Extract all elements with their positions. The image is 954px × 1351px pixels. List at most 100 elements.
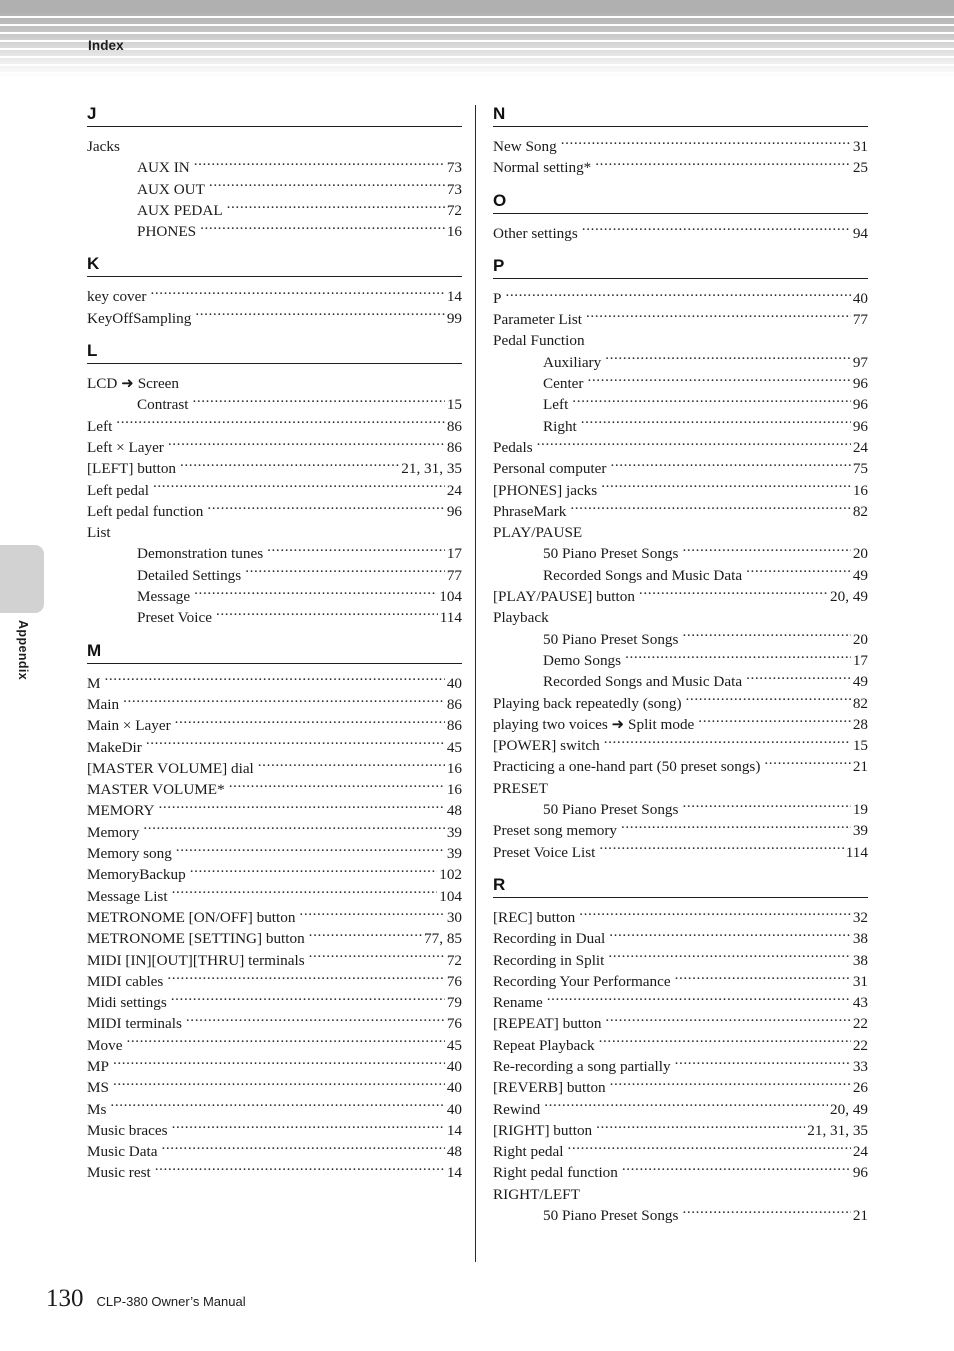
index-entry[interactable]: Preset Voice List 114: [493, 842, 868, 863]
index-entry[interactable]: [PLAY/PAUSE] button 20, 49: [493, 586, 868, 607]
index-entry[interactable]: MEMORY 48: [87, 800, 462, 821]
index-entry[interactable]: LCD ➜ Screen: [87, 373, 462, 394]
index-entry[interactable]: Demo Songs 17: [493, 650, 868, 671]
index-entry[interactable]: [REC] button 32: [493, 907, 868, 928]
index-entry[interactable]: M 40: [87, 673, 462, 694]
index-entry[interactable]: Right pedal function 96: [493, 1162, 868, 1183]
index-entry[interactable]: 50 Piano Preset Songs 20: [493, 629, 868, 650]
index-entry[interactable]: PLAY/PAUSE: [493, 522, 868, 543]
index-entry[interactable]: Other settings 94: [493, 223, 868, 244]
index-entry-label: Recording Your Performance: [493, 972, 671, 990]
index-entry[interactable]: RIGHT/LEFT: [493, 1184, 868, 1205]
index-entry[interactable]: Recording Your Performance 31: [493, 971, 868, 992]
index-entry[interactable]: MakeDir 45: [87, 737, 462, 758]
index-entry[interactable]: Repeat Playback 22: [493, 1035, 868, 1056]
index-entry[interactable]: Main × Layer 86: [87, 715, 462, 736]
index-entry[interactable]: [REPEAT] button 22: [493, 1013, 868, 1034]
index-entry[interactable]: P 40: [493, 288, 868, 309]
index-entry[interactable]: Right pedal 24: [493, 1141, 868, 1162]
index-entry[interactable]: Ms 40: [87, 1099, 462, 1120]
index-entry[interactable]: key cover 14: [87, 286, 462, 307]
index-entry[interactable]: Detailed Settings 77: [87, 565, 462, 586]
index-entry[interactable]: Demonstration tunes 17: [87, 543, 462, 564]
index-entry[interactable]: Personal computer 75: [493, 458, 868, 479]
index-entry[interactable]: KeyOffSampling 99: [87, 308, 462, 329]
index-entry[interactable]: Rename 43: [493, 992, 868, 1013]
index-entry[interactable]: Left pedal function 96: [87, 501, 462, 522]
index-entry[interactable]: Contrast 15: [87, 394, 462, 415]
index-entry[interactable]: [LEFT] button 21, 31, 35: [87, 458, 462, 479]
index-entry[interactable]: 50 Piano Preset Songs 20: [493, 543, 868, 564]
index-entry[interactable]: MemoryBackup 102: [87, 864, 462, 885]
index-entry-label: 50 Piano Preset Songs: [543, 545, 679, 563]
index-entry[interactable]: Rewind 20, 49: [493, 1099, 868, 1120]
index-entry[interactable]: AUX OUT 73: [87, 179, 462, 200]
index-entry[interactable]: New Song 31: [493, 136, 868, 157]
index-entry-label: MakeDir: [87, 738, 142, 756]
index-entry[interactable]: Recorded Songs and Music Data 49: [493, 565, 868, 586]
index-entry[interactable]: Move 45: [87, 1035, 462, 1056]
index-entry[interactable]: Music Data 48: [87, 1141, 462, 1162]
index-entry-label: Music Data: [87, 1143, 158, 1161]
index-entry[interactable]: Pedals 24: [493, 437, 868, 458]
index-entry[interactable]: 50 Piano Preset Songs 21: [493, 1205, 868, 1226]
index-entry[interactable]: Left × Layer 86: [87, 437, 462, 458]
letter-heading: J: [87, 104, 97, 123]
index-entry[interactable]: [RIGHT] button 21, 31, 35: [493, 1120, 868, 1141]
index-entry[interactable]: [PHONES] jacks 16: [493, 480, 868, 501]
page-title: Index: [88, 38, 124, 53]
index-entry[interactable]: Practicing a one-hand part (50 preset so…: [493, 756, 868, 777]
index-entry[interactable]: METRONOME [ON/OFF] button 30: [87, 907, 462, 928]
index-entry[interactable]: MIDI cables 76: [87, 971, 462, 992]
index-entry[interactable]: MIDI terminals 76: [87, 1013, 462, 1034]
index-entry-page: 86: [446, 417, 462, 435]
index-entry[interactable]: Midi settings 79: [87, 992, 462, 1013]
index-entry[interactable]: MASTER VOLUME* 16: [87, 779, 462, 800]
index-entry[interactable]: Left 86: [87, 416, 462, 437]
index-entry[interactable]: Left pedal 24: [87, 480, 462, 501]
index-entry[interactable]: Playing back repeatedly (song) 82: [493, 693, 868, 714]
index-entry[interactable]: 50 Piano Preset Songs 19: [493, 799, 868, 820]
index-entry[interactable]: [MASTER VOLUME] dial 16: [87, 758, 462, 779]
index-entry[interactable]: PRESET: [493, 778, 868, 799]
index-entry[interactable]: Preset Voice 114: [87, 607, 462, 628]
index-entry-label: playing two voices ➜ Split mode: [493, 715, 695, 733]
index-entry[interactable]: Main 86: [87, 694, 462, 715]
index-entry[interactable]: AUX IN 73: [87, 157, 462, 178]
index-entry[interactable]: METRONOME [SETTING] button 77, 85: [87, 928, 462, 949]
index-letter-section: LLCD ➜ ScreenContrast15Left86Left × Laye…: [87, 341, 462, 629]
index-entry-label: AUX PEDAL: [137, 201, 223, 219]
index-entry[interactable]: MP 40: [87, 1056, 462, 1077]
index-entry[interactable]: Right 96: [493, 416, 868, 437]
index-entry[interactable]: Pedal Function: [493, 330, 868, 351]
index-entry[interactable]: AUX PEDAL 72: [87, 200, 462, 221]
index-entry[interactable]: [POWER] switch 15: [493, 735, 868, 756]
index-entry[interactable]: Parameter List 77: [493, 309, 868, 330]
index-entry[interactable]: MS 40: [87, 1077, 462, 1098]
index-entry[interactable]: Normal setting* 25: [493, 157, 868, 178]
index-entry[interactable]: Left 96: [493, 394, 868, 415]
index-entry[interactable]: Recorded Songs and Music Data 49: [493, 671, 868, 692]
index-entry[interactable]: Recording in Split 38: [493, 950, 868, 971]
index-entry[interactable]: Message 104: [87, 586, 462, 607]
index-entry[interactable]: Recording in Dual 38: [493, 928, 868, 949]
index-entry[interactable]: playing two voices ➜ Split mode 28: [493, 714, 868, 735]
index-entry[interactable]: Preset song memory 39: [493, 820, 868, 841]
index-entry[interactable]: Music rest 14: [87, 1162, 462, 1183]
index-entry[interactable]: PhraseMark 82: [493, 501, 868, 522]
index-entry[interactable]: MIDI [IN][OUT][THRU] terminals 72: [87, 950, 462, 971]
index-entry-leader-dots: [544, 1099, 828, 1114]
index-entry[interactable]: [REVERB] button 26: [493, 1077, 868, 1098]
index-entry[interactable]: Auxiliary 97: [493, 352, 868, 373]
index-entry[interactable]: Playback: [493, 607, 868, 628]
index-entry[interactable]: Jacks: [87, 136, 462, 157]
index-entry[interactable]: Message List 104: [87, 886, 462, 907]
index-entry[interactable]: List: [87, 522, 462, 543]
index-entry[interactable]: Center 96: [493, 373, 868, 394]
index-entry[interactable]: Memory 39: [87, 822, 462, 843]
index-entry[interactable]: Memory song 39: [87, 843, 462, 864]
index-entry[interactable]: Re-recording a song partially 33: [493, 1056, 868, 1077]
index-entry[interactable]: PHONES 16: [87, 221, 462, 242]
index-entry-label: Midi settings: [87, 994, 167, 1012]
index-entry[interactable]: Music braces 14: [87, 1120, 462, 1141]
